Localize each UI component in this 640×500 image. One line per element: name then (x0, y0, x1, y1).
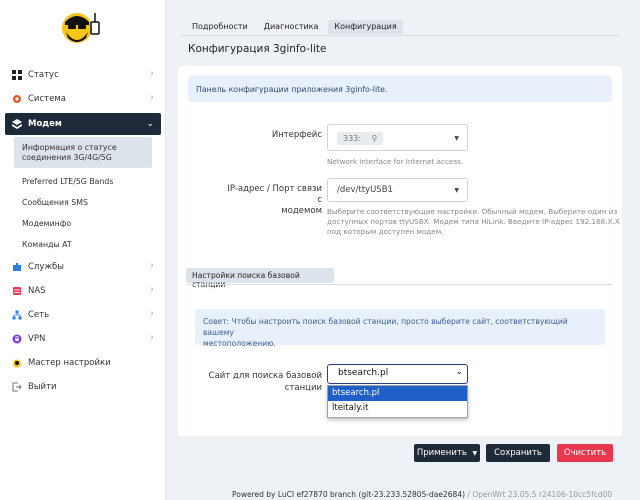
dropdown-arrow-icon: ▼ (454, 135, 459, 142)
sidebar-item-network[interactable]: Сеть › (0, 303, 166, 327)
chevron-right-icon: › (150, 309, 154, 319)
chevron-right-icon: › (150, 333, 154, 343)
sidebar-item-label: Сеть (28, 310, 50, 320)
sidebar-item-system[interactable]: Система › (0, 87, 166, 111)
sidebar-item-status[interactable]: Статус › (0, 63, 166, 87)
sidebar-item-label: Модем (28, 119, 62, 129)
chevron-right-icon: › (150, 261, 154, 271)
sidebar-item-nas[interactable]: NAS › (0, 279, 166, 303)
port-label: IP-адрес / Порт связи с модемом (227, 184, 322, 216)
submenu-item-bands[interactable]: Preferred LTE/5G Bands (0, 171, 166, 192)
interface-help: Network interface for Internet access. (327, 157, 464, 166)
sidebar-item-label: Службы (28, 262, 65, 272)
site-select[interactable]: btsearch.pl ⌄ (327, 364, 468, 384)
section-divider (186, 284, 612, 285)
caret-down-icon: ▼ (472, 450, 478, 457)
sidebar-item-label: Выйти (28, 382, 57, 392)
interface-tag: 333: ⚲ (337, 132, 384, 145)
section-tab-bts-search[interactable]: Настройки поиска базовой станции (186, 268, 334, 289)
sidebar-item-label: NAS (28, 286, 46, 296)
sidebar-item-label: Статус (28, 70, 59, 80)
logout-icon (12, 382, 22, 392)
sidebar-item-logout[interactable]: Выйти (0, 375, 166, 399)
save-button[interactable]: Сохранить (486, 444, 550, 462)
chevron-right-icon: › (150, 285, 154, 295)
wizard-icon (13, 359, 21, 368)
tabs-divider (180, 35, 620, 36)
port-select[interactable]: /dev/ttyUSB1 ▼ (327, 178, 468, 202)
sidebar-item-modem[interactable]: Модем ⌄ (5, 113, 161, 135)
page-tabs: Подробности Диагностика Конфигурация (186, 20, 407, 34)
footer-version: OpenWrt 23.05.5 r24106-10cc5fcd00 (472, 490, 613, 499)
sidebar-item-services[interactable]: Службы › (0, 255, 166, 279)
sidebar-nav: Статус › Система › Модем ⌄ Информация о … (0, 63, 166, 399)
dropdown-arrow-icon: ▼ (454, 187, 459, 194)
sidebar-item-label: VPN (28, 334, 46, 344)
info-banner: Панель конфигурации приложения 3ginfo-li… (188, 76, 612, 102)
network-icon (12, 310, 22, 320)
chevron-right-icon: › (150, 69, 154, 79)
apply-button[interactable]: Применить ▼ (414, 444, 480, 462)
site-option-lteitaly[interactable]: lteitaly.it (328, 401, 467, 416)
vpn-icon (12, 334, 22, 344)
logo-icon[interactable] (60, 8, 106, 48)
sidebar: Статус › Система › Модем ⌄ Информация о … (0, 0, 166, 500)
site-label: Сайт для поиска базовой станции (208, 371, 322, 393)
tab-diagnostics[interactable]: Диагностика (258, 20, 325, 34)
modem-submenu: Информация о статусе соединения 3G/4G/5G… (0, 137, 166, 255)
site-dropdown-list: btsearch.pl lteitaly.it (327, 385, 468, 418)
chevron-down-icon: ⌄ (455, 367, 463, 377)
network-interface-icon: ⚲ (371, 134, 378, 143)
interface-select[interactable]: 333: ⚲ ▼ (327, 124, 468, 151)
port-help: Выберите соответствующие настройки. Обыч… (327, 207, 620, 236)
tab-configuration[interactable]: Конфигурация (328, 20, 403, 34)
footer: Powered by LuCI ef27870 branch (git-23.2… (232, 490, 613, 499)
site-option-btsearch[interactable]: btsearch.pl (328, 386, 467, 401)
submenu-item-at-commands[interactable]: Команды AT (0, 234, 166, 255)
submenu-item-sms[interactable]: Сообщения SMS (0, 192, 166, 213)
chevron-down-icon: ⌄ (146, 119, 154, 129)
nas-icon (13, 287, 21, 295)
tip-banner: Совет: Чтобы настроить поиск базовой ста… (195, 309, 605, 348)
tab-details[interactable]: Подробности (186, 20, 254, 34)
puzzle-icon (13, 262, 21, 271)
sidebar-item-label: Мастер настройки (28, 358, 111, 368)
chevron-right-icon: › (150, 93, 154, 103)
submenu-item-modeminfo[interactable]: Модеминфо (0, 213, 166, 234)
dashboard-icon (12, 70, 22, 80)
page-title: Конфигурация 3ginfo-lite (188, 43, 327, 55)
footer-link-luci[interactable]: Powered by LuCI ef27870 branch (git-23.2… (232, 490, 465, 499)
sidebar-item-vpn[interactable]: VPN › (0, 327, 166, 351)
modem-icon (12, 119, 22, 129)
reset-button[interactable]: Очистить (557, 444, 613, 462)
submenu-item-connection-status[interactable]: Информация о статусе соединения 3G/4G/5G (14, 137, 152, 168)
sidebar-item-wizard[interactable]: Мастер настройки (0, 351, 166, 375)
gear-icon (13, 95, 21, 103)
sidebar-item-label: Система (28, 94, 66, 104)
interface-label: Интерфейс (271, 130, 322, 140)
